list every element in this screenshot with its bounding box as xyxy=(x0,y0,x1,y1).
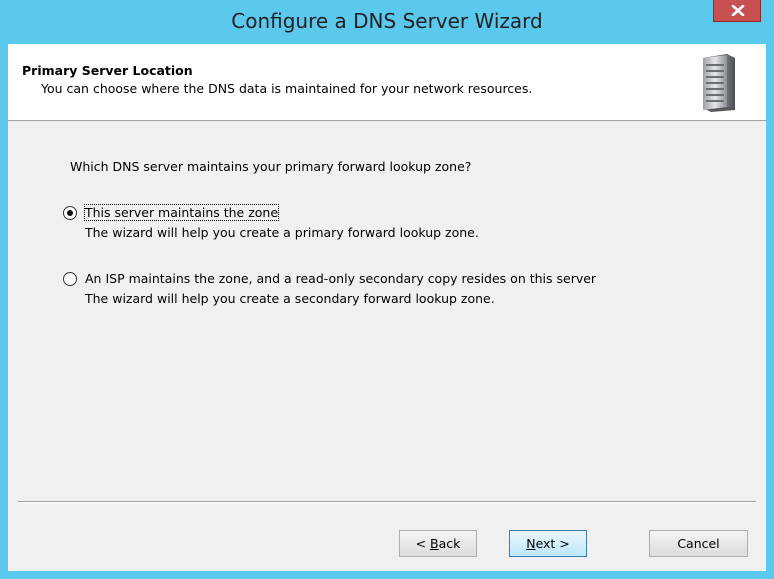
cancel-button[interactable]: Cancel xyxy=(649,530,748,557)
next-button[interactable]: Next > xyxy=(509,530,587,557)
window-title: Configure a DNS Server Wizard xyxy=(231,9,543,33)
title-bar[interactable]: Configure a DNS Server Wizard xyxy=(0,0,774,44)
next-rest: ext > xyxy=(535,536,570,551)
back-accelerator: B xyxy=(430,536,439,551)
page-title: Primary Server Location xyxy=(22,63,193,78)
back-rest: ack xyxy=(438,536,461,551)
option-isp-description: The wizard will help you create a second… xyxy=(85,291,495,306)
footer-divider xyxy=(18,501,756,503)
server-icon xyxy=(703,54,735,112)
option-isp-label[interactable]: An ISP maintains the zone, and a read-on… xyxy=(85,271,596,286)
radio-isp[interactable] xyxy=(63,272,77,286)
radio-this-server[interactable] xyxy=(63,206,77,220)
dialog-client: Primary Server Location You can choose w… xyxy=(8,44,766,571)
wizard-body: Which DNS server maintains your primary … xyxy=(8,121,766,501)
page-subtitle: You can choose where the DNS data is mai… xyxy=(41,81,533,96)
option-this-server-description: The wizard will help you create a primar… xyxy=(85,225,479,240)
close-icon xyxy=(731,5,745,16)
next-accelerator: N xyxy=(526,536,536,551)
close-button[interactable] xyxy=(713,0,761,22)
option-this-server-label[interactable]: This server maintains the zone xyxy=(83,204,280,221)
zone-question: Which DNS server maintains your primary … xyxy=(70,159,472,174)
wizard-header: Primary Server Location You can choose w… xyxy=(8,44,766,121)
back-button[interactable]: < Back xyxy=(399,530,477,557)
wizard-window: Configure a DNS Server Wizard Primary Se… xyxy=(0,0,774,579)
back-prefix: < xyxy=(415,536,431,551)
